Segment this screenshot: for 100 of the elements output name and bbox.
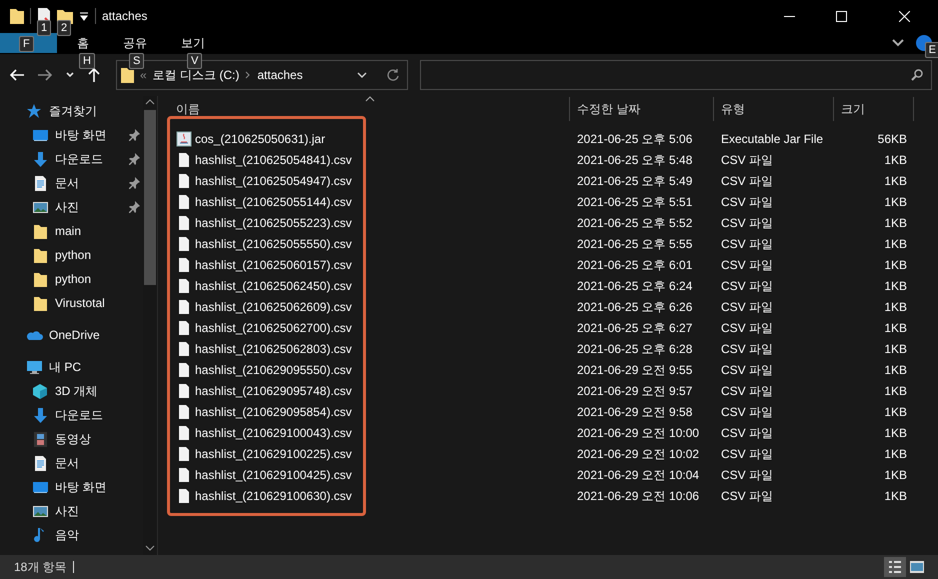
sidebar-item[interactable]: 사진 bbox=[0, 499, 140, 523]
ribbon-tab[interactable]: 보기 bbox=[171, 33, 215, 53]
blank-file-icon bbox=[176, 152, 192, 168]
search-field[interactable] bbox=[420, 60, 932, 90]
sort-ascending-icon bbox=[365, 96, 375, 102]
overflow-chevron[interactable]: « bbox=[140, 66, 147, 84]
sidebar-item[interactable]: 바탕 화면 bbox=[0, 123, 140, 147]
document-icon bbox=[32, 454, 49, 472]
sidebar-item[interactable]: python bbox=[0, 267, 140, 291]
file-name[interactable]: hashlist_(210629095550).csv bbox=[195, 360, 352, 378]
file-type-cell-text: CSV 파일 bbox=[720, 236, 774, 252]
java-file-icon bbox=[176, 130, 192, 146]
back-arrow-icon bbox=[10, 69, 24, 81]
file-size-cell-text: 1KB bbox=[883, 298, 907, 316]
details-view-button[interactable] bbox=[884, 557, 906, 577]
scroll-up-icon[interactable] bbox=[145, 99, 155, 105]
file-name[interactable]: hashlist_(210625055223).csv bbox=[195, 214, 352, 232]
blank-file-icon bbox=[176, 278, 192, 294]
file-name[interactable]: hashlist_(210629095854).csv bbox=[195, 402, 352, 420]
blank-file-icon bbox=[176, 194, 192, 210]
file-name[interactable]: hashlist_(210629095748).csv bbox=[195, 382, 352, 400]
folder-icon bbox=[32, 294, 49, 312]
file-name[interactable]: hashlist_(210625062450).csv bbox=[195, 276, 352, 294]
sidebar-item[interactable]: 다운로드 bbox=[0, 403, 140, 427]
column-header[interactable]: 이름 bbox=[158, 97, 570, 121]
breadcrumb[interactable]: 로컬 디스크 (C:) bbox=[152, 66, 240, 84]
file-name[interactable]: cos_(210625050631).jar bbox=[195, 130, 326, 148]
search-icon bbox=[911, 69, 923, 81]
ribbon-tab[interactable]: 홈 bbox=[67, 33, 99, 53]
modified-date-cell-text: 2021-06-25 오후 6:28 bbox=[576, 340, 694, 358]
sidebar-item[interactable]: 다운로드 bbox=[0, 147, 140, 171]
file-name[interactable]: hashlist_(210625054841).csv bbox=[195, 150, 352, 168]
sidebar-item[interactable]: 문서 bbox=[0, 451, 140, 475]
column-header[interactable]: 크기 bbox=[834, 97, 914, 121]
modified-date-cell-text: 2021-06-25 오후 6:26 bbox=[576, 298, 694, 316]
modified-date-cell-text: 2021-06-25 오후 6:24 bbox=[576, 278, 694, 294]
file-size-cell-text: 1KB bbox=[883, 214, 907, 232]
blank-file-icon bbox=[176, 362, 192, 378]
sidebar-item[interactable]: OneDrive bbox=[0, 323, 140, 347]
file-size-cell-text: 1KB bbox=[883, 488, 907, 504]
sidebar-item[interactable]: python bbox=[0, 243, 140, 267]
keytip: E bbox=[924, 42, 938, 58]
star-icon bbox=[26, 102, 43, 120]
file-type-cell-text: CSV 파일 bbox=[720, 446, 774, 462]
sidebar-item[interactable]: 문서 bbox=[0, 171, 140, 195]
scroll-down-icon[interactable] bbox=[145, 545, 155, 551]
sidebar-item[interactable]: 사진 bbox=[0, 195, 140, 219]
file-name[interactable]: hashlist_(210625062700).csv bbox=[195, 318, 352, 336]
file-size-cell-text: 56KB bbox=[876, 130, 907, 148]
ribbon-tab[interactable]: 공유 bbox=[113, 33, 157, 53]
file-type-cell-text: CSV 파일 bbox=[720, 488, 774, 504]
sidebar-item[interactable]: 음악 bbox=[0, 523, 140, 547]
chevron-down-icon bbox=[66, 72, 74, 78]
file-name[interactable]: hashlist_(210625062609).csv bbox=[195, 298, 352, 316]
blank-file-icon bbox=[176, 320, 192, 336]
file-type-cell-text: CSV 파일 bbox=[720, 382, 774, 400]
file-name[interactable]: hashlist_(210625054947).csv bbox=[195, 172, 352, 190]
column-header[interactable]: 유형 bbox=[714, 97, 834, 121]
customize-dropdown-icon[interactable] bbox=[79, 11, 89, 21]
file-name[interactable]: hashlist_(210625060157).csv bbox=[195, 256, 352, 274]
file-type-cell-text: CSV 파일 bbox=[720, 152, 774, 168]
file-size-cell-text: 1KB bbox=[883, 152, 907, 168]
sidebar-item[interactable]: Virustotal bbox=[0, 291, 140, 315]
column-header[interactable]: 수정한 날짜 bbox=[570, 97, 714, 121]
modified-date-cell-text: 2021-06-25 오후 5:51 bbox=[576, 194, 694, 210]
sidebar-item[interactable]: main bbox=[0, 219, 140, 243]
keytip: 1 bbox=[37, 20, 52, 36]
file-name[interactable]: hashlist_(210625062803).csv bbox=[195, 340, 352, 358]
text-cursor bbox=[72, 561, 74, 573]
blank-file-icon bbox=[176, 424, 192, 440]
breadcrumb[interactable]: attaches bbox=[257, 66, 303, 84]
file-name[interactable]: hashlist_(210629100043).csv bbox=[195, 424, 352, 442]
file-name[interactable]: hashlist_(210629100630).csv bbox=[195, 486, 352, 504]
sidebar-item[interactable]: 내 PC bbox=[0, 355, 140, 379]
modified-date-cell-text: 2021-06-29 오전 10:06 bbox=[576, 488, 700, 504]
document-icon bbox=[32, 174, 49, 192]
refresh-icon[interactable] bbox=[386, 69, 399, 81]
sidebar-item[interactable]: 바탕 화면 bbox=[0, 475, 140, 499]
scrollbar-thumb[interactable] bbox=[144, 110, 156, 285]
file-size-cell-text: 1KB bbox=[883, 320, 907, 336]
up-arrow-icon bbox=[88, 68, 100, 82]
modified-date-cell-text: 2021-06-25 오후 5:52 bbox=[576, 214, 694, 232]
ribbon-collapse-chevron-icon[interactable] bbox=[892, 39, 904, 47]
blank-file-icon bbox=[176, 172, 192, 188]
file-name[interactable]: hashlist_(210625055550).csv bbox=[195, 234, 352, 252]
dropdown-chevron-icon[interactable] bbox=[356, 72, 367, 78]
sidebar-item[interactable]: 동영상 bbox=[0, 427, 140, 451]
sidebar-item[interactable]: 3D 개체 bbox=[0, 379, 140, 403]
separator-chevron-icon[interactable] bbox=[245, 71, 252, 79]
computer-icon bbox=[26, 358, 43, 376]
folder-icon bbox=[10, 8, 24, 24]
file-name[interactable]: hashlist_(210629100425).csv bbox=[195, 466, 352, 484]
thumbnail-view-icon bbox=[909, 560, 925, 574]
file-name[interactable]: hashlist_(210629100225).csv bbox=[195, 444, 352, 462]
file-size-cell-text: 1KB bbox=[883, 382, 907, 400]
file-type-cell-text: CSV 파일 bbox=[720, 362, 774, 378]
file-type-cell-text: CSV 파일 bbox=[720, 194, 774, 210]
keytip: H bbox=[79, 53, 95, 69]
sidebar-item[interactable]: 즐겨찾기 bbox=[0, 99, 140, 123]
file-name[interactable]: hashlist_(210625055144).csv bbox=[195, 192, 352, 210]
